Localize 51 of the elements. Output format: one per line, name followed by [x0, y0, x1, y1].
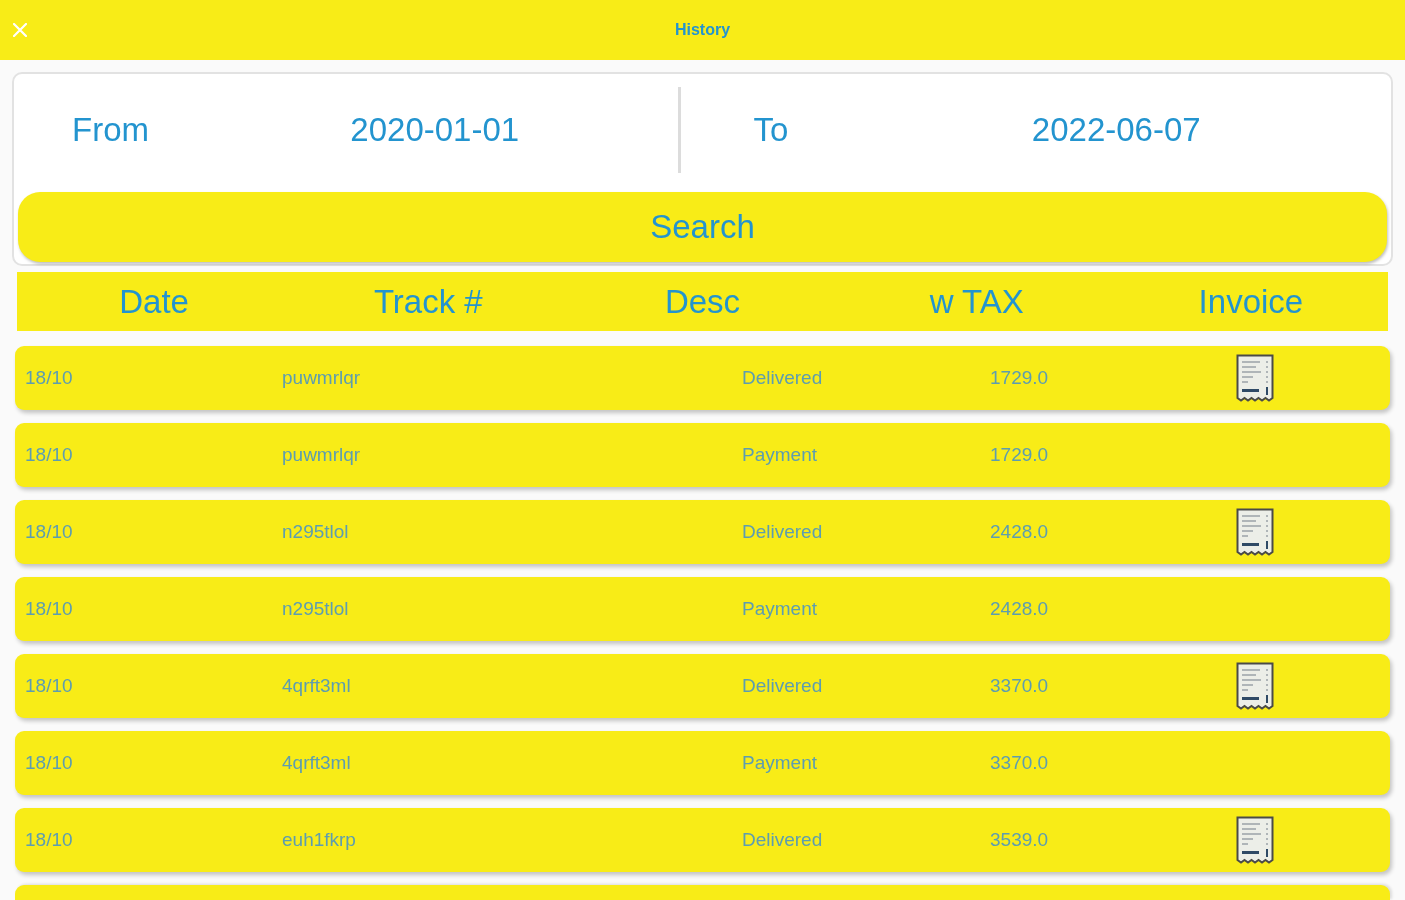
track-number-cell: n295tlol [282, 521, 349, 543]
track-number-cell: puwmrlqr [282, 367, 361, 389]
search-button[interactable]: Search [18, 192, 1387, 262]
receipt-icon[interactable] [1236, 662, 1274, 710]
track-number-cell: 4qrft3ml [282, 752, 351, 774]
date-cell: 18/10 [25, 444, 73, 466]
date-cell: 18/10 [25, 829, 73, 851]
description-cell: Delivered [742, 829, 823, 851]
description-cell: Payment [742, 444, 817, 466]
close-icon [13, 23, 27, 37]
column-header: w TAX [928, 282, 1025, 321]
column-header: Date [118, 282, 190, 321]
amount-with-tax-cell: 1729.0 [990, 444, 1049, 466]
to-date-field[interactable]: 2022-06-07 [873, 111, 1359, 149]
amount-with-tax-cell: 1729.0 [990, 367, 1049, 389]
from-label: From [72, 111, 150, 149]
description-cell: Payment [742, 598, 817, 620]
history-row[interactable]: 18/10 4qrft3ml Delivered 3370.0 [15, 654, 1390, 718]
column-header: Desc [663, 282, 742, 321]
window-title: History [674, 21, 731, 39]
description-cell: Delivered [742, 521, 823, 543]
receipt-icon[interactable] [1236, 354, 1274, 402]
description-cell: Delivered [742, 367, 823, 389]
history-row[interactable]: 18/10 4qrft3ml Payment 3370.0 [15, 731, 1390, 795]
receipt-icon[interactable] [1236, 508, 1274, 556]
amount-with-tax-cell: 2428.0 [990, 521, 1049, 543]
description-cell: Delivered [742, 675, 823, 697]
amount-with-tax-cell: 2428.0 [990, 598, 1049, 620]
track-number-cell: euh1fkrp [282, 829, 356, 851]
date-cell: 18/10 [25, 521, 73, 543]
amount-with-tax-cell: 3370.0 [990, 752, 1049, 774]
track-number-cell: puwmrlqr [282, 444, 361, 466]
receipt-icon[interactable] [1236, 816, 1274, 864]
column-header: Track # [372, 282, 484, 321]
description-cell: Payment [742, 752, 817, 774]
date-cell: 18/10 [25, 752, 73, 774]
history-row[interactable]: 18/10 euh1fkrp Delivered 3539.0 [15, 808, 1390, 872]
history-row[interactable]: 18/10 puwmrlqr Payment 1729.0 [15, 423, 1390, 487]
date-cell: 18/10 [25, 675, 73, 697]
amount-with-tax-cell: 3539.0 [990, 829, 1049, 851]
date-cell: 18/10 [25, 367, 73, 389]
history-row[interactable]: 18/10 n295tlol Payment 2428.0 [15, 577, 1390, 641]
history-row[interactable]: 18/10 n295tlol Delivered 2428.0 [15, 500, 1390, 564]
to-label: To [753, 111, 790, 149]
amount-with-tax-cell: 3370.0 [990, 675, 1049, 697]
date-cell: 18/10 [25, 598, 73, 620]
column-header: Invoice [1197, 282, 1305, 321]
track-number-cell: 4qrft3ml [282, 675, 351, 697]
track-number-cell: n295tlol [282, 598, 349, 620]
from-date-field[interactable]: 2020-01-01 [192, 111, 678, 149]
history-row[interactable]: 18/10 puwmrlqr Delivered 1729.0 [15, 346, 1390, 410]
